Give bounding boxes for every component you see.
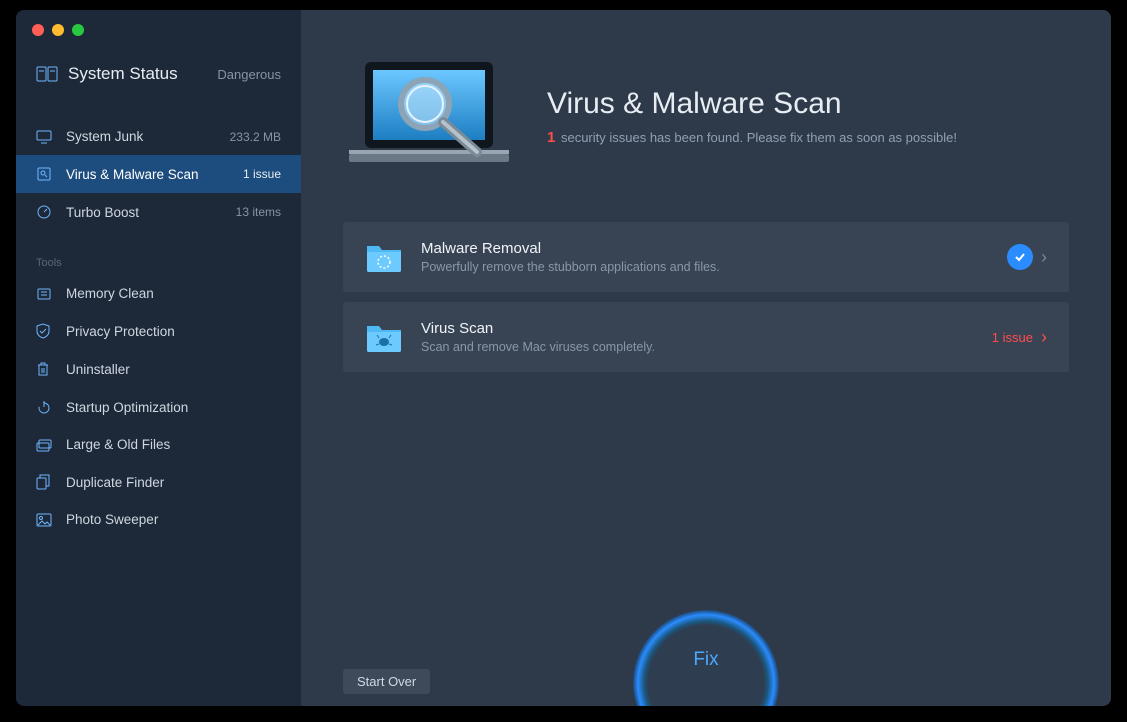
result-card-malware-removal[interactable]: Malware Removal Powerfully remove the stu… (343, 222, 1069, 292)
sidebar-tool-large-old-files[interactable]: Large & Old Files (16, 426, 301, 463)
sidebar: System Status Dangerous System Junk 233.2… (16, 10, 301, 706)
nav-item-label: Large & Old Files (66, 437, 170, 452)
nav-item-meta: 1 issue (243, 167, 281, 181)
image-icon (36, 513, 54, 527)
fix-button[interactable]: Fix (633, 610, 779, 706)
monitor-icon (36, 130, 54, 144)
trash-icon (36, 361, 54, 377)
close-window-button[interactable] (32, 24, 44, 36)
nav-item-meta: 233.2 MB (230, 130, 281, 144)
sidebar-tool-photo-sweeper[interactable]: Photo Sweeper (16, 501, 301, 538)
files-icon (36, 438, 54, 452)
card-title: Virus Scan (421, 320, 655, 337)
start-over-button[interactable]: Start Over (343, 669, 430, 694)
check-icon (1007, 244, 1033, 270)
result-card-virus-scan[interactable]: Virus Scan Scan and remove Mac viruses co… (343, 302, 1069, 372)
sidebar-tool-duplicate-finder[interactable]: Duplicate Finder (16, 463, 301, 501)
hero: Virus & Malware Scan 1 security issues h… (301, 10, 1111, 186)
card-tail: › (1007, 244, 1047, 270)
nav-item-label: Duplicate Finder (66, 475, 164, 490)
sidebar-scan-turbo-boost[interactable]: Turbo Boost 13 items (16, 193, 301, 231)
card-description: Scan and remove Mac viruses completely. (421, 340, 655, 354)
nav-item-label: Privacy Protection (66, 324, 175, 339)
status-icon (36, 66, 58, 82)
folder-icon (365, 240, 403, 274)
card-title: Malware Removal (421, 240, 720, 257)
system-status-header[interactable]: System Status Dangerous (16, 36, 301, 106)
copy-icon (36, 474, 54, 490)
nav-item-meta: 13 items (236, 205, 281, 219)
nav-item-label: Memory Clean (66, 286, 154, 301)
status-title: System Status (68, 64, 178, 84)
footer: Fix Start Over (301, 566, 1111, 706)
card-tail: 1 issue › (992, 327, 1047, 348)
nav-item-label: System Junk (66, 129, 143, 144)
power-icon (36, 399, 54, 415)
page-title: Virus & Malware Scan (547, 87, 957, 121)
app-window: System Status Dangerous System Junk 233.2… (16, 10, 1111, 706)
card-description: Powerfully remove the stubborn applicati… (421, 260, 720, 274)
zoom-window-button[interactable] (72, 24, 84, 36)
fix-button-label: Fix (693, 649, 718, 671)
main-panel: Virus & Malware Scan 1 security issues h… (301, 10, 1111, 706)
nav-item-label: Startup Optimization (66, 400, 188, 415)
shield-scan-icon (36, 166, 54, 182)
scan-illustration (343, 56, 515, 176)
sidebar-tool-memory-clean[interactable]: Memory Clean (16, 275, 301, 312)
tools-section-label: Tools (16, 231, 301, 275)
shield-icon (36, 323, 54, 339)
sidebar-scan-virus-malware-scan[interactable]: Virus & Malware Scan 1 issue (16, 155, 301, 193)
window-controls (16, 10, 301, 36)
subtitle-text: security issues has been found. Please f… (561, 130, 957, 145)
sidebar-tool-privacy-protection[interactable]: Privacy Protection (16, 312, 301, 350)
issue-count: 1 (547, 129, 555, 146)
sidebar-scan-system-junk[interactable]: System Junk 233.2 MB (16, 118, 301, 155)
gauge-icon (36, 204, 54, 220)
sidebar-tool-startup-optimization[interactable]: Startup Optimization (16, 388, 301, 426)
minimize-window-button[interactable] (52, 24, 64, 36)
chevron-right-icon: › (1041, 327, 1047, 348)
chevron-right-icon: › (1041, 247, 1047, 268)
nav-item-label: Uninstaller (66, 362, 130, 377)
chip-icon (36, 287, 54, 301)
result-cards: Malware Removal Powerfully remove the stu… (301, 186, 1111, 372)
nav-item-label: Photo Sweeper (66, 512, 158, 527)
nav-item-label: Virus & Malware Scan (66, 167, 199, 182)
page-subtitle: 1 security issues has been found. Please… (547, 129, 957, 146)
card-issue-text: 1 issue (992, 330, 1033, 345)
nav-item-label: Turbo Boost (66, 205, 139, 220)
status-badge: Dangerous (217, 67, 281, 82)
folder-icon (365, 320, 403, 354)
sidebar-tool-uninstaller[interactable]: Uninstaller (16, 350, 301, 388)
